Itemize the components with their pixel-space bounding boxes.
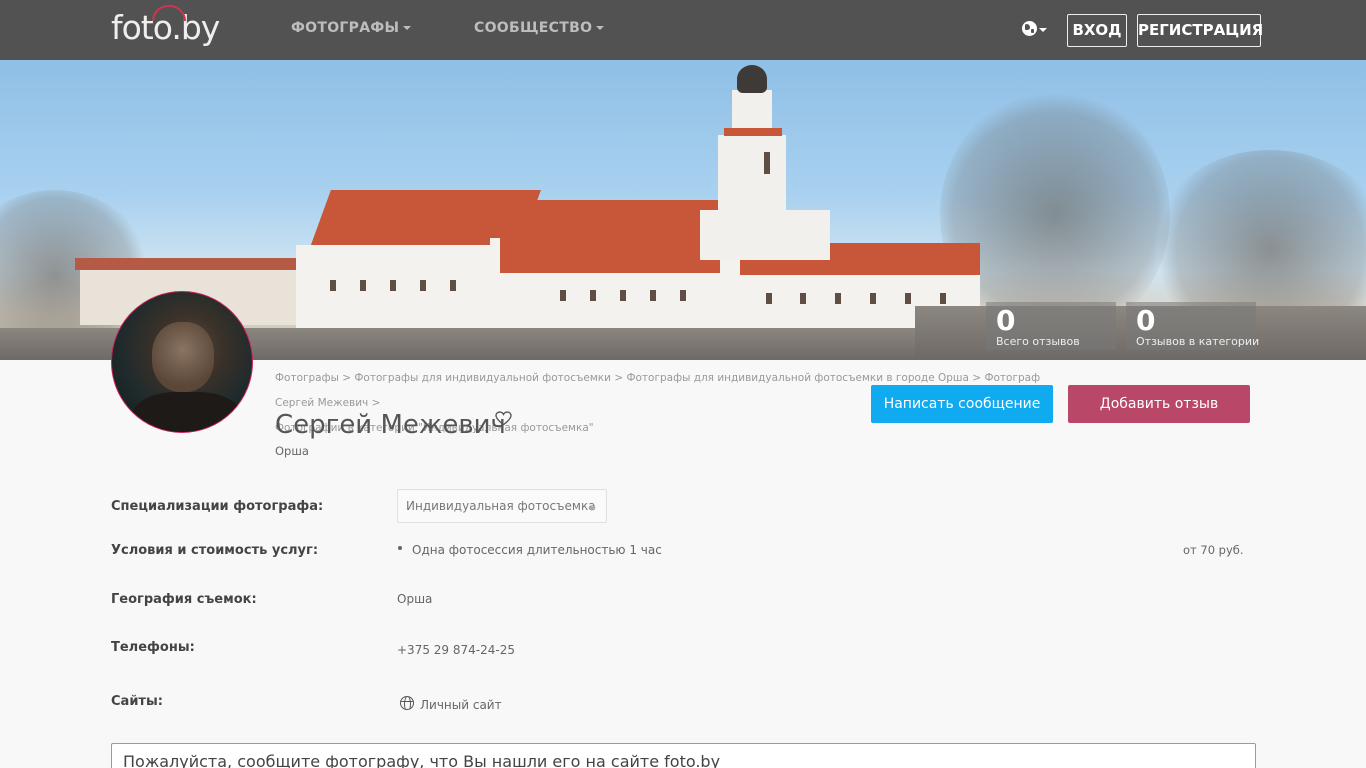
total-reviews-count: 0 (996, 304, 1016, 337)
service-price: от 70 руб. (1183, 543, 1244, 557)
nav-photographers-menu[interactable]: ФОТОГРАФЫ (291, 20, 412, 36)
chevron-down-icon (588, 507, 596, 511)
found-on-site-notice: Пожалуйста, сообщите фотографу, что Вы н… (111, 743, 1256, 768)
avatar-face (152, 322, 214, 392)
geography-label: География съемок: (111, 592, 257, 607)
list-bullet (398, 546, 402, 550)
window (360, 280, 366, 291)
nav-community-menu[interactable]: СООБЩЕСТВО (474, 20, 605, 36)
category-reviews-label: Отзывов в категории (1136, 335, 1260, 348)
photographer-city: Орша (275, 444, 309, 458)
write-message-button[interactable]: Написать сообщение (871, 385, 1053, 423)
breadcrumb-separator: > (972, 372, 982, 384)
photographer-name: Сергей Межевич (275, 410, 506, 440)
register-button[interactable]: РЕГИСТРАЦИЯ (1137, 14, 1263, 47)
tower-base (700, 210, 830, 260)
window (766, 293, 772, 304)
nav-photographers-label: ФОТОГРАФЫ (291, 20, 400, 36)
window (650, 290, 656, 301)
window (835, 293, 841, 304)
window (590, 290, 596, 301)
breadcrumb-link[interactable]: Фотографы для индивидуальной фотосъемки (354, 372, 611, 384)
globe-icon (400, 696, 414, 710)
breadcrumb-separator: > (371, 397, 381, 409)
tower-dome (737, 65, 767, 93)
top-navbar: foto.by ФОТОГРАФЫ СООБЩЕСТВО ВХОД РЕГИСТ… (0, 0, 1366, 60)
main-building-wing (296, 245, 496, 330)
chevron-down-icon (596, 26, 605, 30)
geography-value: Орша (397, 592, 433, 606)
chevron-down-icon (403, 26, 412, 30)
service-name: Одна фотосессия длительностью 1 час (412, 543, 662, 557)
category-reviews-count: 0 (1136, 304, 1156, 337)
window (870, 293, 876, 304)
phone-number[interactable]: +375 29 874-24-25 (397, 643, 515, 657)
window (800, 293, 806, 304)
window (390, 280, 396, 291)
add-review-button[interactable]: Добавить отзыв (1068, 385, 1250, 423)
window (620, 290, 626, 301)
chevron-down-icon[interactable] (1039, 28, 1047, 32)
personal-site-link[interactable]: Личный сайт (420, 698, 502, 712)
phones-label: Телефоны: (111, 640, 195, 655)
heart-icon[interactable] (495, 411, 512, 426)
site-logo[interactable]: foto.by (111, 5, 220, 47)
notice-text: Пожалуйста, сообщите фотографу, что Вы н… (123, 752, 721, 768)
login-button[interactable]: ВХОД (1067, 14, 1127, 47)
window (450, 280, 456, 291)
window (940, 293, 946, 304)
window (420, 280, 426, 291)
nav-community-label: СООБЩЕСТВО (474, 20, 593, 36)
breadcrumb-link[interactable]: Фотографы для индивидуальной фотосъемки … (626, 372, 969, 384)
tower-roof (724, 128, 782, 136)
window (764, 152, 770, 174)
window (905, 293, 911, 304)
globe-icon[interactable] (1022, 21, 1037, 36)
sites-label: Сайты: (111, 694, 163, 709)
total-reviews-stat: 0 Всего отзывов (986, 302, 1116, 350)
window (560, 290, 566, 301)
window (330, 280, 336, 291)
total-reviews-label: Всего отзывов (996, 335, 1080, 348)
window (680, 290, 686, 301)
avatar (111, 291, 253, 433)
breadcrumb-separator: > (342, 372, 352, 384)
avatar-body (132, 392, 242, 432)
main-roof (500, 238, 720, 273)
breadcrumb-link[interactable]: Фотографы (275, 372, 339, 384)
specialization-label: Специализации фотографа: (111, 499, 324, 514)
breadcrumb-separator: > (614, 372, 624, 384)
services-label: Условия и стоимость услуг: (111, 543, 319, 558)
category-reviews-stat: 0 Отзывов в категории (1126, 302, 1260, 350)
background-roof (75, 258, 305, 270)
specialization-selected-value: Индивидуальная фотосъемка (406, 499, 596, 513)
specialization-select[interactable]: Индивидуальная фотосъемка (397, 489, 607, 523)
